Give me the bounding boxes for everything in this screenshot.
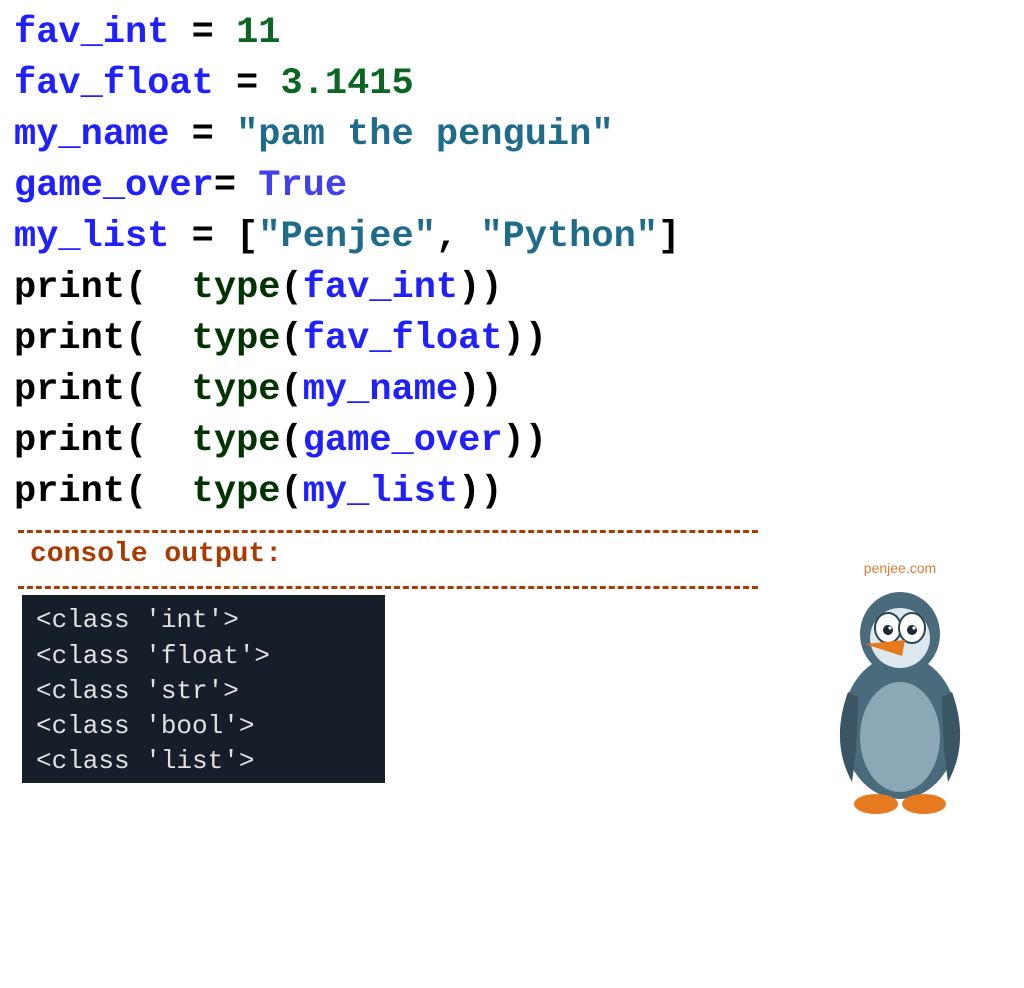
code-token: ( [125,318,192,360]
code-line: print( type(fav_float)) [14,314,1010,365]
code-token: game_over [303,420,503,462]
code-token: print [14,267,125,309]
code-token: = [169,12,236,54]
code-token: type [192,267,281,309]
console-output-box: <class 'int'><class 'float'><class 'str'… [22,595,385,782]
code-line: print( type(my_name)) [14,365,1010,416]
code-token: "Penjee" [258,216,436,258]
divider-top [18,530,758,533]
code-token: print [14,369,125,411]
code-token: fav_int [14,12,169,54]
penguin-mascot: penjee.com [800,560,1000,822]
code-token: 3.1415 [280,63,413,105]
code-token: type [192,318,281,360]
console-line: <class 'str'> [36,674,371,709]
code-token: my_name [303,369,458,411]
code-line: print( type(fav_int)) [14,263,1010,314]
code-token: "Python" [480,216,658,258]
code-token: my_list [14,216,169,258]
code-token: )) [458,471,502,513]
code-token: fav_int [303,267,458,309]
code-token: print [14,420,125,462]
code-token: my_list [303,471,458,513]
code-token: = [214,165,258,207]
code-token: ] [658,216,680,258]
attribution-text: penjee.com [800,560,1000,576]
code-token: ( [280,369,302,411]
console-line: <class 'float'> [36,639,371,674]
code-line: fav_int = 11 [14,8,1010,59]
code-block: fav_int = 11fav_float = 3.1415my_name = … [0,0,1024,518]
code-line: print( type(game_over)) [14,416,1010,467]
code-token: = [169,114,236,156]
console-line: <class 'bool'> [36,709,371,744]
code-token: ( [125,420,192,462]
code-token: ( [280,471,302,513]
code-token: ( [280,420,302,462]
code-token: print [14,318,125,360]
code-line: game_over= True [14,161,1010,212]
code-token: "pam the penguin" [236,114,613,156]
code-token: [ [236,216,258,258]
code-token: type [192,471,281,513]
code-token: , [436,216,480,258]
code-token: ( [280,318,302,360]
code-token: fav_float [303,318,503,360]
console-line: <class 'int'> [36,603,371,638]
code-token: type [192,369,281,411]
console-line: <class 'list'> [36,744,371,779]
code-token: )) [503,318,547,360]
code-line: fav_float = 3.1415 [14,59,1010,110]
code-line: my_list = ["Penjee", "Python"] [14,212,1010,263]
code-token: fav_float [14,63,214,105]
code-token: game_over [14,165,214,207]
code-token: ( [280,267,302,309]
code-token: my_name [14,114,169,156]
code-token: True [258,165,347,207]
code-token: ( [125,369,192,411]
code-line: my_name = "pam the penguin" [14,110,1010,161]
code-token: )) [458,267,502,309]
code-token: = [214,63,281,105]
code-token: ( [125,267,192,309]
code-token: )) [503,420,547,462]
code-token: 11 [236,12,280,54]
code-line: print( type(my_list)) [14,467,1010,518]
code-token: ( [125,471,192,513]
code-token: )) [458,369,502,411]
penguin-icon [810,582,990,817]
code-token: type [192,420,281,462]
code-token: print [14,471,125,513]
code-token: = [169,216,236,258]
divider-bottom [18,586,758,589]
